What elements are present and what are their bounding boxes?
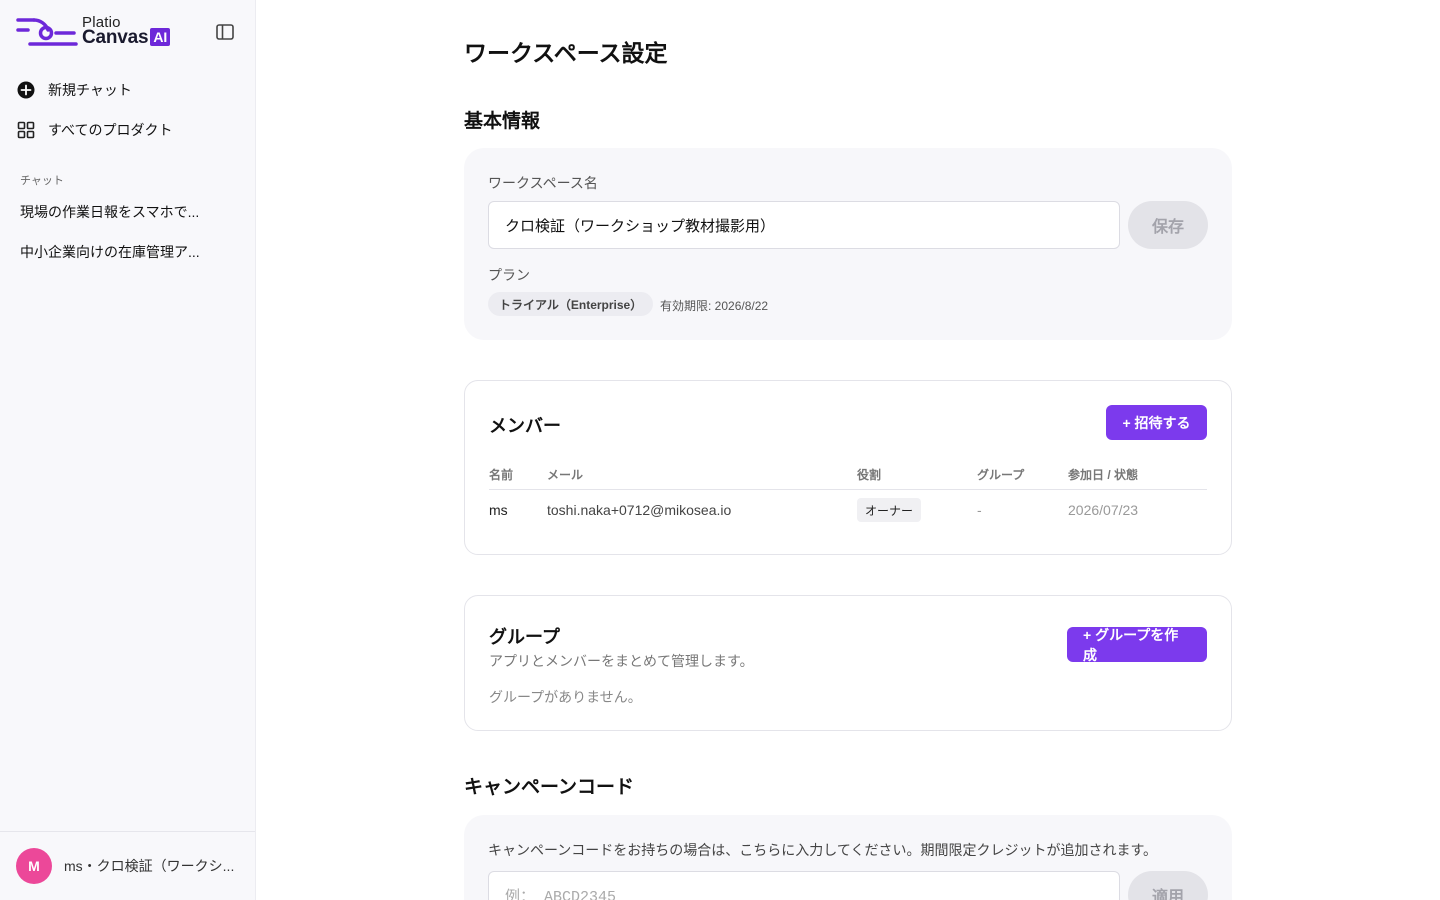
logo-canvas-word: Canvas	[82, 27, 149, 48]
table-divider	[489, 489, 1207, 490]
groups-description: アプリとメンバーをまとめて管理します。	[489, 653, 754, 669]
member-email: toshi.naka+0712@mikosea.io	[547, 502, 732, 518]
new-chat-button[interactable]: 新規チャット	[16, 78, 132, 102]
campaign-code-input[interactable]: 例： ABCD2345	[488, 871, 1120, 900]
basic-info-card: ワークスペース名 クロ検証（ワークショップ教材撮影用） 保存 プラン トライアル…	[464, 148, 1232, 340]
user-workspace-label: ms・クロ検証（ワークシ...	[64, 858, 235, 874]
logo-ai-badge: AI	[150, 28, 171, 46]
plan-expiry: 有効期限: 2026/8/22	[660, 299, 769, 313]
groups-empty-message: グループがありません。	[489, 689, 642, 705]
avatar: M	[16, 848, 52, 884]
chats-section-label: チャット	[20, 175, 64, 187]
campaign-heading: キャンペーンコード	[464, 777, 635, 798]
member-name: ms	[489, 502, 508, 518]
workspace-name-input[interactable]: クロ検証（ワークショップ教材撮影用）	[488, 201, 1120, 249]
sidebar-toggle-icon	[216, 24, 234, 40]
basic-info-heading: 基本情報	[464, 111, 541, 132]
sidebar: Platio Canvas AI 新規チャット すべてのプロダクト チャット 現場…	[0, 0, 256, 900]
save-button[interactable]: 保存	[1128, 201, 1208, 249]
page-title: ワークスペース設定	[464, 40, 668, 66]
members-card: メンバー + 招待する 名前 メール 役割 グループ 参加日 / 状態 ms t…	[464, 380, 1232, 555]
user-menu[interactable]: M ms・クロ検証（ワークシ...	[0, 831, 255, 900]
apply-button[interactable]: 適用	[1128, 871, 1208, 900]
grid-icon	[16, 120, 36, 140]
new-chat-label: 新規チャット	[48, 82, 132, 98]
all-products-link[interactable]: すべてのプロダクト	[16, 118, 172, 142]
campaign-card: キャンペーンコードをお持ちの場合は、こちらに入力してください。期間限定クレジット…	[464, 815, 1232, 900]
table-header-name: 名前	[489, 468, 514, 482]
logo[interactable]: Platio Canvas AI	[16, 14, 186, 50]
table-header-email: メール	[547, 468, 584, 482]
table-header-joined: 参加日 / 状態	[1068, 468, 1139, 482]
members-title: メンバー	[489, 416, 561, 436]
all-products-label: すべてのプロダクト	[48, 122, 173, 138]
plus-circle-icon	[16, 80, 36, 100]
plan-label: プラン	[488, 267, 530, 283]
member-joined-date: 2026/07/23	[1068, 502, 1139, 518]
collapse-sidebar-button[interactable]	[214, 21, 236, 43]
create-group-button[interactable]: + グループを作成	[1067, 627, 1207, 663]
groups-card: グループ アプリとメンバーをまとめて管理します。 + グループを作成 グループが…	[464, 595, 1232, 731]
workspace-name-label: ワークスペース名	[488, 175, 598, 191]
chat-item[interactable]: 現場の作業日報をスマホで...	[20, 202, 220, 222]
invite-button[interactable]: + 招待する	[1106, 405, 1207, 440]
table-header-group: グループ	[977, 468, 1025, 482]
member-group: -	[977, 502, 982, 518]
plan-badge: トライアル（Enterprise）	[488, 292, 654, 316]
campaign-description: キャンペーンコードをお持ちの場合は、こちらに入力してください。期間限定クレジット…	[488, 842, 1158, 858]
role-badge: オーナー	[857, 498, 922, 522]
chat-item[interactable]: 中小企業向けの在庫管理ア...	[20, 242, 220, 262]
logo-text-canvas: Canvas AI	[82, 27, 171, 49]
logo-mark-icon	[16, 18, 78, 46]
table-header-role: 役割	[857, 468, 882, 482]
groups-title: グループ	[489, 627, 560, 647]
main-content: ワークスペース設定 基本情報 ワークスペース名 クロ検証（ワークショップ教材撮影…	[256, 0, 1440, 900]
